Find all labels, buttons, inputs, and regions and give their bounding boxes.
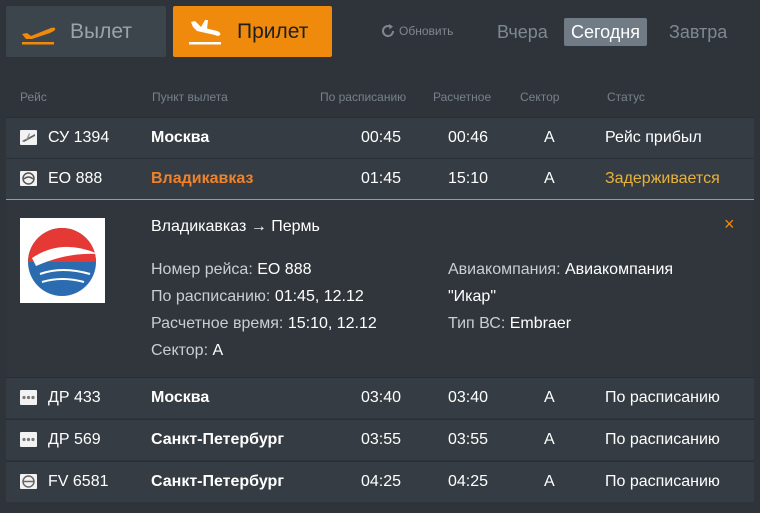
plane-takeoff-icon [18,18,62,46]
sector: A [544,431,555,448]
detail-airline-value: Авиакомпания [564,261,674,278]
flight-row[interactable]: ЕО 888 Владикавказ 01:45 15:10 A Задержи… [6,158,754,199]
refresh-label: Обновить [399,24,454,38]
day-yesterday[interactable]: Вчера [497,18,548,46]
estimated-time: 04:25 [448,473,489,490]
flight-status: По расписанию [605,389,720,406]
detail-airline: Авиакомпания: Авиакомпания [448,261,673,279]
origin-city: Москва [151,389,210,406]
column-header-status: Статус [607,90,645,104]
sector: A [544,473,555,490]
estimated-time: 03:55 [448,431,489,448]
flight-row[interactable]: FV 6581 Санкт-Петербург 04:25 04:25 A По… [6,461,754,502]
column-header-flight: Рейс [20,90,47,104]
detail-sector-value: A [212,342,224,359]
airline-logo-icon [20,474,37,489]
airline-logo-icon [20,432,37,447]
detail-estimated: Расчетное время: 15:10, 12.12 [151,315,377,333]
airline-logo-icon [20,218,105,303]
flight-row[interactable]: СУ 1394 Москва 00:45 00:46 A Рейс прибыл [6,117,754,158]
scheduled-time: 03:55 [361,431,402,448]
airline-logo-icon [20,171,37,186]
scheduled-time: 03:40 [361,389,402,406]
detail-sector-label: Сектор: [151,342,209,359]
airline-logo-icon [20,130,37,145]
flight-row[interactable]: ДР 433 Москва 03:40 03:40 A По расписани… [6,377,754,418]
detail-sector: Сектор: A [151,342,223,360]
sector: A [544,170,555,187]
detail-airline-continued: "Икар" [448,288,496,306]
refresh-button[interactable]: Обновить [380,23,453,39]
scheduled-time: 00:45 [361,129,402,146]
origin-city: Санкт-Петербург [151,431,284,448]
estimated-time: 15:10 [448,170,489,187]
flight-number: ДР 433 [48,389,101,406]
estimated-time: 03:40 [448,389,489,406]
route-title: Владикавказ → Пермь [151,218,320,235]
departures-tab[interactable]: Вылет [6,6,166,57]
day-today[interactable]: Сегодня [564,18,647,46]
sector: A [544,389,555,406]
column-header-scheduled: По расписанию [320,90,407,104]
refresh-icon [380,23,396,39]
scheduled-time: 04:25 [361,473,402,490]
detail-airline-label: Авиакомпания: [448,261,561,278]
column-header-estimated: Расчетное [433,90,492,104]
detail-aircraft-label: Тип ВС: [448,315,506,332]
sector: A [544,129,555,146]
column-header-sector: Сектор [520,90,560,104]
detail-aircraft: Тип ВС: Embraer [448,315,571,333]
flight-status: Рейс прибыл [605,129,702,146]
top-bar: Вылет Прилет Обновить Вчера Сегодня Завт… [0,0,760,62]
airline-logo-icon [20,390,37,405]
departures-tab-label: Вылет [70,19,132,43]
flight-status: По расписанию [605,431,720,448]
flight-number: FV 6581 [48,473,109,490]
plane-landing-icon [185,18,229,46]
arrivals-tab[interactable]: Прилет [173,6,332,57]
detail-scheduled-value: 01:45, 12.12 [274,288,364,305]
arrivals-tab-label: Прилет [237,19,309,43]
detail-aircraft-value: Embraer [509,315,572,332]
detail-estimated-value: 15:10, 12.12 [287,315,377,332]
flight-number: ДР 569 [48,431,101,448]
detail-flight-number-label: Номер рейса: [151,261,253,278]
close-icon[interactable]: × [724,214,735,235]
detail-scheduled: По расписанию: 01:45, 12.12 [151,288,364,306]
detail-estimated-label: Расчетное время: [151,315,284,332]
flight-row[interactable]: ДР 569 Санкт-Петербург 03:55 03:55 A По … [6,419,754,460]
flight-status: По расписанию [605,473,720,490]
origin-city: Санкт-Петербург [151,473,284,490]
estimated-time: 00:46 [448,129,489,146]
column-header-origin: Пункт вылета [152,90,228,104]
flight-number: СУ 1394 [48,129,110,146]
detail-airline-value-line2: "Икар" [448,288,497,305]
flight-status: Задерживается [605,170,720,187]
origin-city: Москва [151,129,210,146]
flight-details-panel: Владикавказ → Пермь × Номер рейса: ЕО 88… [6,199,754,377]
scheduled-time: 01:45 [361,170,402,187]
detail-scheduled-label: По расписанию: [151,288,271,305]
detail-flight-number-value: ЕО 888 [257,261,312,278]
flight-number: ЕО 888 [48,170,103,187]
day-tomorrow[interactable]: Завтра [669,18,727,46]
detail-flight-number: Номер рейса: ЕО 888 [151,261,312,279]
origin-city: Владикавказ [151,170,254,187]
